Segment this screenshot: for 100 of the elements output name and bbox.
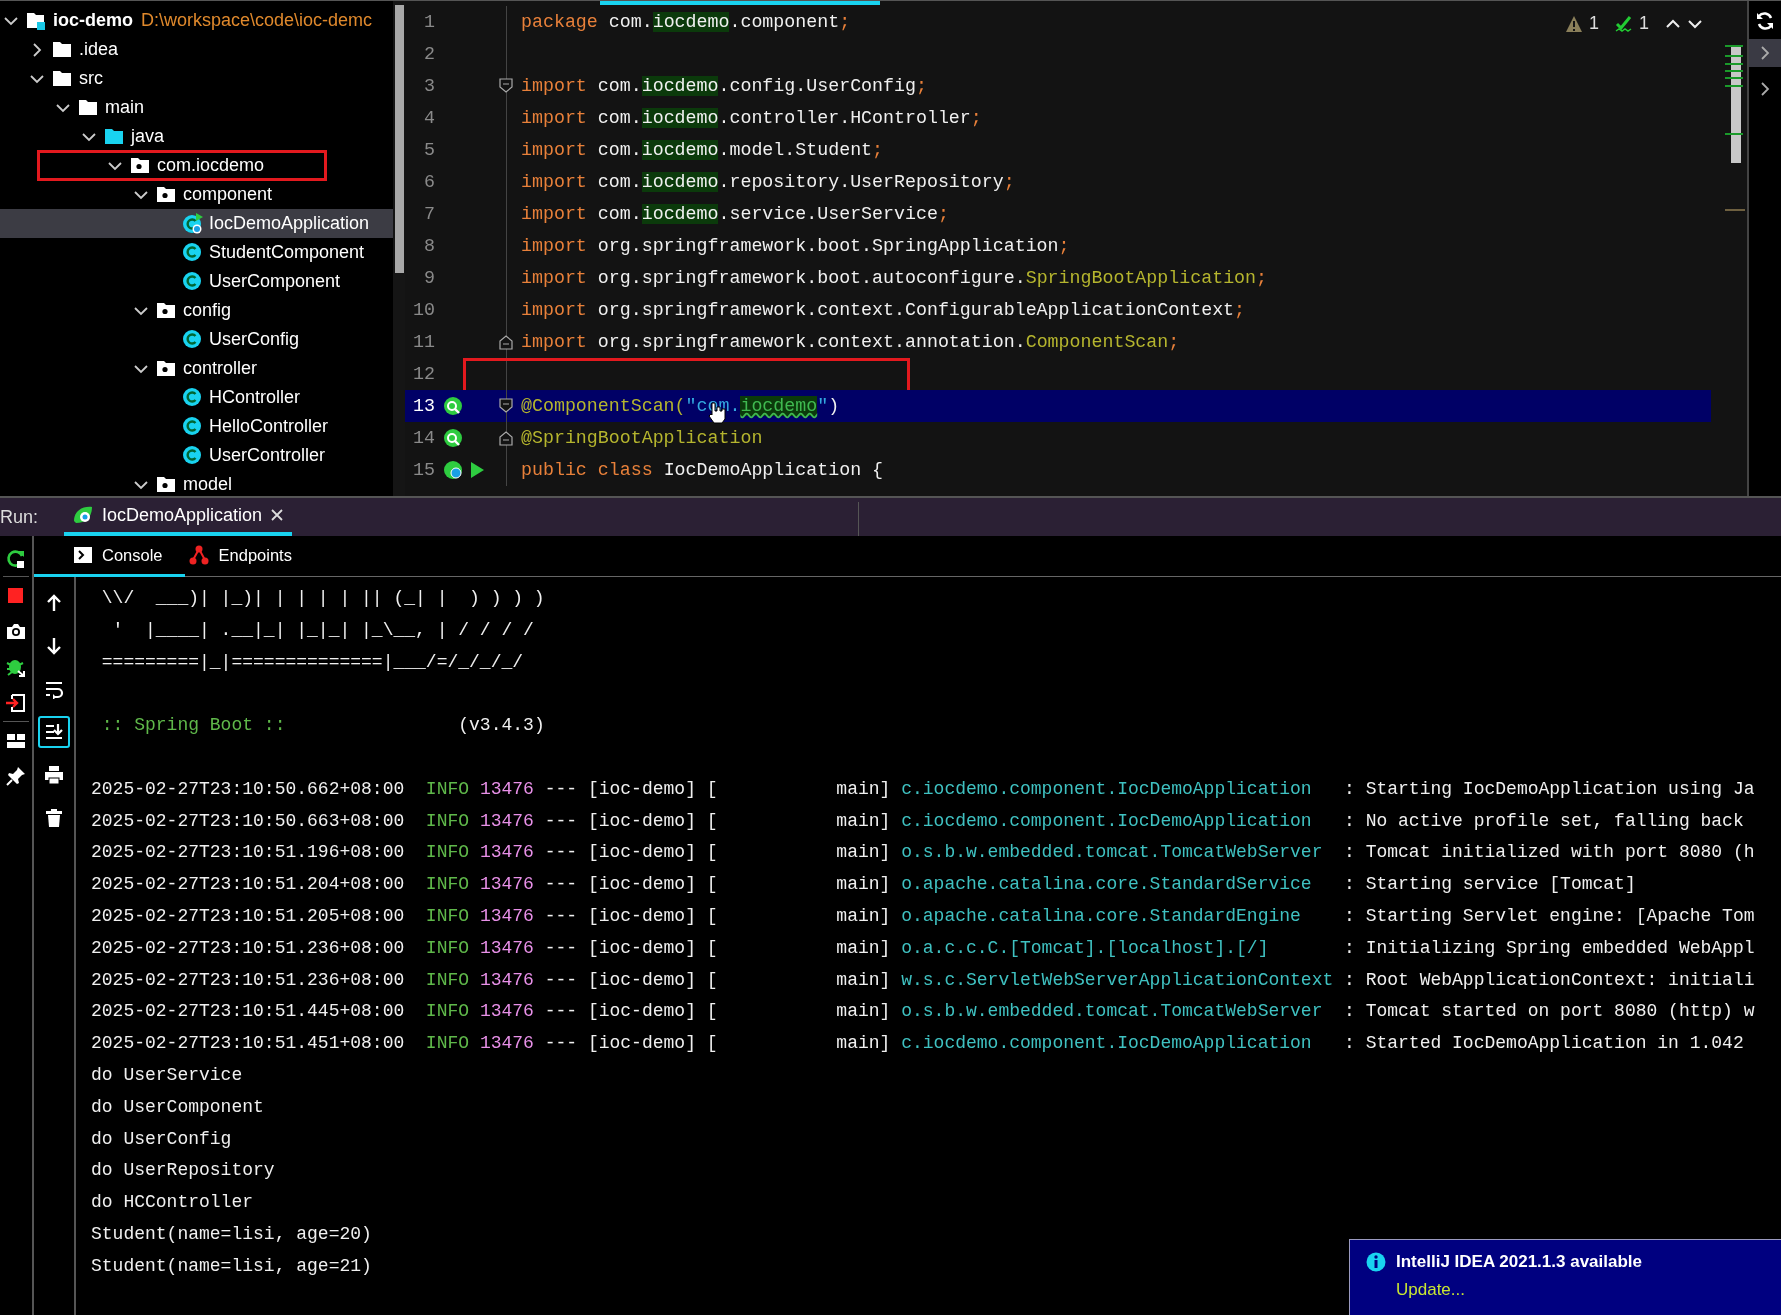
tree-label: HController xyxy=(209,387,301,408)
console-line: 2025-02-27T23:10:51.236+08:00 INFO 13476 --- [ioc-demo] [ main] o.a.c.c.C.[Tomcat].[localhost].[/] : Initializing Spring embedded WebAppl xyxy=(91,936,1755,960)
line-number: 2 xyxy=(423,44,435,64)
refresh-icon[interactable] xyxy=(1755,11,1775,31)
tree-item[interactable]: StudentComponent xyxy=(0,238,393,267)
tree-item[interactable]: UserConfig xyxy=(0,325,393,354)
package-icon xyxy=(130,155,151,176)
close-icon[interactable] xyxy=(270,508,285,522)
chevron-right-icon[interactable] xyxy=(1759,81,1771,97)
tree-label: model xyxy=(183,474,233,495)
line-number: 8 xyxy=(423,236,435,256)
trash-icon xyxy=(44,808,64,828)
tree-item[interactable]: java xyxy=(0,122,393,151)
tree-item[interactable]: UserController xyxy=(0,441,393,470)
print-icon xyxy=(44,765,64,785)
line-number: 10 xyxy=(412,300,435,320)
line-number: 11 xyxy=(412,332,435,352)
warning-icon[interactable] xyxy=(1564,14,1583,33)
tree-item[interactable]: config xyxy=(0,296,393,325)
scrollbar[interactable] xyxy=(393,1,405,496)
console-tab[interactable]: Console xyxy=(34,536,185,577)
tree-label: .idea xyxy=(79,39,119,60)
line-number: 3 xyxy=(423,76,435,96)
notification-title: IntelliJ IDEA 2021.1.3 available xyxy=(1396,1252,1642,1272)
code-line: import org.springframework.context.ConfigurableApplicationContext; xyxy=(521,300,1246,320)
tree-item[interactable]: HController xyxy=(0,383,393,412)
code-line: package com.iocdemo.component; xyxy=(521,12,851,32)
tree-label: UserComponent xyxy=(209,271,341,292)
package-icon xyxy=(156,300,177,321)
console-line: Student(name=lisi, age=21) xyxy=(91,1254,372,1278)
code-line: @SpringBootApplication xyxy=(521,428,763,448)
code-line: import org.springframework.boot.SpringApplication; xyxy=(521,236,1070,256)
run-icon[interactable] xyxy=(469,461,485,479)
tree-item[interactable]: src xyxy=(0,64,393,93)
tree-label: src xyxy=(79,68,103,89)
folder-icon xyxy=(52,68,73,89)
scroll-end-icon xyxy=(44,722,64,742)
console-line: do UserRepository xyxy=(91,1159,275,1183)
class-icon xyxy=(182,242,203,263)
code-line: import org.springframework.boot.autoconfigure.SpringBootApplication; xyxy=(521,268,1268,288)
tree-item[interactable]: ioc-demo D:\workspace\code\ioc-demc xyxy=(0,6,393,35)
class-icon xyxy=(182,387,203,408)
tree-item[interactable]: com.iocdemo xyxy=(0,151,393,180)
tree-label: IocDemoApplication xyxy=(209,213,370,234)
fold-icon[interactable] xyxy=(499,78,513,94)
folder-icon xyxy=(104,126,125,147)
fold-icon[interactable] xyxy=(499,430,513,446)
console-line: 2025-02-27T23:10:51.445+08:00 INFO 13476 --- [ioc-demo] [ main] o.s.b.w.embedded.tomcat.TomcatWebServer : Tomcat started on port 8080 (http) w xyxy=(91,1000,1755,1024)
tree-label: ioc-demo xyxy=(53,10,133,31)
inspection-count: 1 xyxy=(1639,13,1649,34)
console-line: \\/ ___)| |_)| | | | | || (_| | ) ) ) ) xyxy=(100,587,545,610)
run-tab[interactable]: IocDemoApplication xyxy=(64,498,293,536)
tree-item[interactable]: component xyxy=(0,180,393,209)
tree-label: com.iocdemo xyxy=(157,155,265,176)
tree-item[interactable]: HelloController xyxy=(0,412,393,441)
fold-icon[interactable] xyxy=(499,398,513,414)
fold-icon[interactable] xyxy=(499,334,513,350)
tree-item[interactable]: IocDemoApplication xyxy=(0,209,393,238)
code-line: import com.iocdemo.controller.HController; xyxy=(521,108,982,128)
code-line: import com.iocdemo.config.UserConfig; xyxy=(521,76,927,96)
tree-label: UserConfig xyxy=(209,329,300,350)
stop-icon[interactable] xyxy=(6,585,26,605)
tree-item[interactable]: main xyxy=(0,93,393,122)
application-class-icon xyxy=(182,213,203,234)
console-line: 2025-02-27T23:10:51.204+08:00 INFO 13476 --- [ioc-demo] [ main] o.apache.catalina.core.StandardService : Starting service [Tomcat] xyxy=(91,873,1636,897)
camera-icon[interactable] xyxy=(6,621,26,641)
tree-item[interactable]: .idea xyxy=(0,35,393,64)
console-line: 2025-02-27T23:10:51.205+08:00 INFO 13476 --- [ioc-demo] [ main] o.apache.catalina.core.StandardEngine : Starting Servlet engine: [Apache Tom xyxy=(91,904,1755,928)
run-label: Run: xyxy=(0,506,39,528)
console-line: 2025-02-27T23:10:50.662+08:00 INFO 13476 --- [ioc-demo] [ main] c.iocdemo.component.IocDemoApplication : Starting IocDemoApplication using Ja xyxy=(91,777,1755,801)
pin-icon[interactable] xyxy=(6,766,26,786)
line-number: 7 xyxy=(423,204,435,224)
module-folder-icon xyxy=(26,10,47,31)
tree-item[interactable]: UserComponent xyxy=(0,267,393,296)
console-line: do HCController xyxy=(91,1191,254,1215)
line-number: 12 xyxy=(412,364,435,384)
update-link[interactable]: Update... xyxy=(1396,1280,1642,1300)
down-arrow-icon xyxy=(44,636,64,656)
wrap-icon xyxy=(44,679,64,699)
exit-icon[interactable] xyxy=(6,693,26,713)
tree-label: controller xyxy=(183,358,258,379)
package-icon xyxy=(156,184,177,205)
bug-icon[interactable] xyxy=(6,657,26,677)
tree-item[interactable]: model xyxy=(0,470,393,496)
tree-label: component xyxy=(183,184,273,205)
bean-icon[interactable] xyxy=(443,396,463,416)
scroll-end-button[interactable] xyxy=(38,716,70,748)
line-number: 5 xyxy=(423,140,435,160)
tree-label: StudentComponent xyxy=(209,242,365,263)
console-line: =========|_|==============|___/=/_/_/_/ xyxy=(100,650,524,674)
check-icon[interactable] xyxy=(1615,14,1633,33)
tree-item[interactable]: controller xyxy=(0,354,393,383)
rerun-icon[interactable] xyxy=(6,548,26,568)
bean-icon[interactable] xyxy=(443,460,463,480)
console-line: ' |____| .__|_| |_|_| |_\__, | / / / / xyxy=(111,618,534,642)
console-tab[interactable]: Endpoints xyxy=(184,536,314,577)
console-line: 2025-02-27T23:10:51.196+08:00 INFO 13476 --- [ioc-demo] [ main] o.s.b.w.embedded.tomcat.TomcatWebServer : Tomcat initialized with port 8080 (h xyxy=(91,841,1755,865)
class-icon xyxy=(182,271,203,292)
tree-label: HelloController xyxy=(209,416,329,437)
bean-icon[interactable] xyxy=(443,428,463,448)
